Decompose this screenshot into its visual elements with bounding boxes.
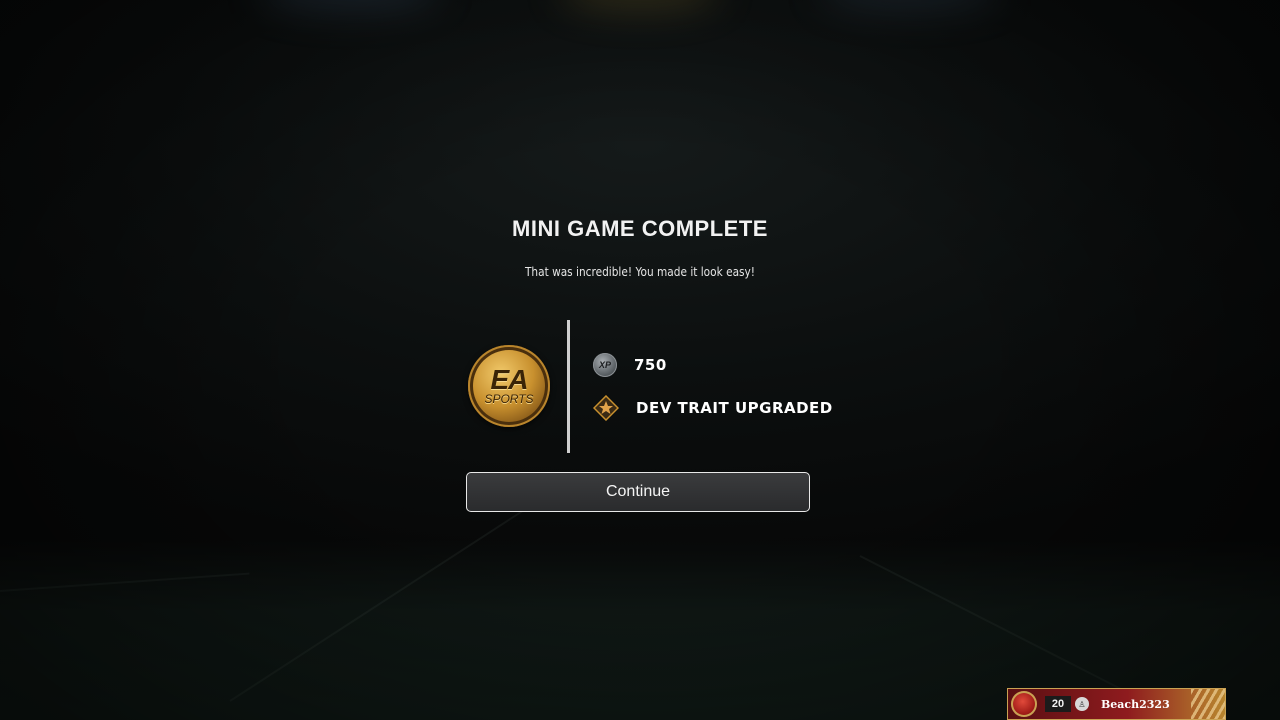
stadium-light [820, 0, 1000, 10]
team-logo-icon [1011, 691, 1037, 717]
page-title: MINI GAME COMPLETE [512, 216, 768, 241]
coin-line-1: EA [490, 364, 529, 395]
reward-label: 750 [634, 356, 667, 374]
rank-icon: ♙ [1075, 697, 1089, 711]
page-subtitle: That was incredible! You made it look ea… [524, 265, 756, 279]
coin-line-2: SPORTS [484, 392, 534, 406]
player-level-badge: 20 [1045, 696, 1071, 712]
stadium-light [260, 0, 440, 10]
dev-trait-icon [593, 395, 619, 421]
mini-game-complete-screen: MINI GAME COMPLETE That was incredible! … [0, 0, 1280, 720]
player-card: 20 ♙ Beach2323 [1007, 688, 1226, 720]
reward-divider [567, 320, 570, 453]
continue-button[interactable]: Continue [466, 472, 810, 512]
card-stripes-decoration [1191, 689, 1225, 719]
stadium-light [560, 0, 720, 10]
player-gamertag: Beach2323 [1101, 697, 1170, 711]
reward-item-xp: XP 750 [593, 352, 667, 378]
reward-item-dev-trait: DEV TRAIT UPGRADED [593, 395, 833, 421]
ea-sports-coin-icon: EA SPORTS [468, 345, 550, 427]
xp-coin-icon: XP [593, 353, 617, 377]
reward-label: DEV TRAIT UPGRADED [636, 399, 833, 417]
